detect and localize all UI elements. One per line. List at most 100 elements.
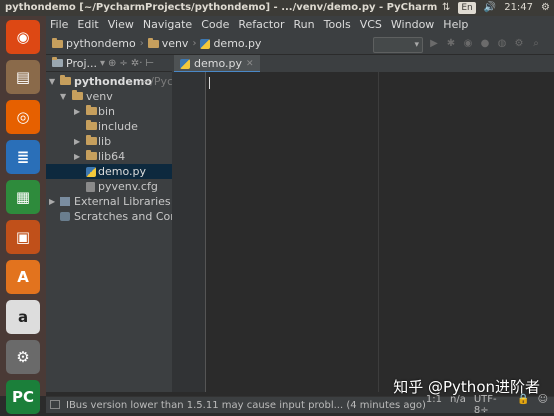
tree-item-lib[interactable]: ▶ lib [46, 134, 172, 149]
code-editor[interactable] [172, 72, 554, 392]
tree-item-include[interactable]: include [46, 119, 172, 134]
python-file-icon [86, 167, 96, 177]
top-panel: pythondemo [~/PycharmProjects/pythondemo… [0, 0, 554, 16]
collapse-icon[interactable]: ÷ [119, 58, 127, 69]
config-file-icon [86, 182, 95, 192]
sync-icon[interactable]: ⊕ [108, 58, 116, 69]
tree-item-scratches[interactable]: Scratches and Consol [46, 209, 172, 224]
tree-item-label: demo.py [98, 165, 146, 178]
ubuntu-dash-icon[interactable]: ◉ [6, 20, 40, 54]
amazon-icon[interactable]: a [6, 300, 40, 334]
network-arrows-icon[interactable]: ⇅ [442, 0, 450, 16]
panel-options-chevron-icon[interactable]: ▾ [100, 58, 105, 69]
tree-item-label: lib [98, 135, 112, 148]
tree-item-label: lib64 [98, 150, 126, 163]
menu-view[interactable]: View [108, 18, 134, 31]
files-icon[interactable]: ▤ [6, 60, 40, 94]
software-center-icon[interactable]: A [6, 260, 40, 294]
python-file-icon [200, 38, 211, 49]
chevron-right-icon[interactable]: ▶ [74, 134, 80, 149]
tree-item-pyvenv-cfg[interactable]: pyvenv.cfg [46, 179, 172, 194]
breadcrumb-project[interactable]: pythondemo [52, 37, 136, 50]
impress-icon[interactable]: ▣ [6, 220, 40, 254]
breadcrumb-separator: › [139, 38, 144, 49]
breadcrumb-venv[interactable]: venv [147, 37, 189, 50]
menu-help[interactable]: Help [443, 18, 468, 31]
vcs-icon[interactable]: ◍ [496, 38, 508, 50]
run-configuration-select[interactable] [373, 37, 423, 53]
writer-icon[interactable]: ≣ [6, 140, 40, 174]
right-margin-guide [378, 72, 379, 392]
keyboard-layout-icon[interactable]: En [458, 2, 476, 14]
tree-item-bin[interactable]: ▶ bin [46, 104, 172, 119]
status-bar: IBus version lower than 1.5.11 may cause… [46, 394, 554, 416]
breadcrumb-label: demo.py [213, 37, 262, 50]
scratch-icon [60, 212, 70, 221]
folder-icon [72, 90, 83, 100]
folder-icon [60, 75, 71, 85]
text-cursor [209, 77, 210, 89]
library-icon [60, 197, 70, 206]
stop-icon[interactable]: ● [479, 38, 491, 50]
search-icon[interactable]: ⌕ [530, 38, 542, 50]
menu-window[interactable]: Window [391, 18, 434, 31]
folder-icon [86, 150, 97, 160]
pycharm-icon[interactable]: PC [6, 380, 40, 414]
run-icon[interactable]: ▶ [428, 38, 440, 50]
tree-item-label: pyvenv.cfg [98, 180, 158, 193]
tree-item-label: include [98, 120, 138, 133]
launcher: ◉ ▤ ◎ ≣ ▦ ▣ Aa ⚙ PC [0, 16, 46, 414]
editor-tab-bar: demo.py ✕ [172, 55, 554, 73]
chevron-right-icon[interactable]: ▶ [74, 149, 80, 164]
volume-icon[interactable]: 🔊 [484, 0, 496, 16]
tree-item-venv[interactable]: ▼ venv [46, 89, 172, 104]
tree-item-label: bin [98, 105, 116, 118]
menu-refactor[interactable]: Refactor [238, 18, 284, 31]
clock[interactable]: 21:47 [504, 0, 533, 16]
settings-icon[interactable]: ⚙ [513, 38, 525, 50]
chevron-down-icon[interactable]: ▼ [49, 74, 55, 89]
menubar: File Edit View Navigate Code Refactor Ru… [46, 16, 554, 33]
chevron-right-icon[interactable]: ▶ [74, 104, 80, 119]
coverage-icon[interactable]: ◉ [462, 38, 474, 50]
menu-navigate[interactable]: Navigate [143, 18, 192, 31]
system-tray: ⇅ En 🔊 21:47 ⚙ [442, 0, 550, 16]
menu-edit[interactable]: Edit [77, 18, 98, 31]
menu-code[interactable]: Code [201, 18, 229, 31]
breadcrumb-label: pythondemo [66, 37, 136, 50]
tree-item-external-libraries[interactable]: ▶ External Libraries [46, 194, 172, 209]
tree-item-label: venv [86, 90, 113, 103]
menu-run[interactable]: Run [294, 18, 315, 31]
chevron-down-icon[interactable]: ▼ [60, 89, 66, 104]
tab-demo-py[interactable]: demo.py ✕ [174, 55, 260, 73]
tree-item-label: Scratches and Consol [74, 210, 172, 223]
folder-icon [86, 135, 97, 145]
tool-window-toggle-icon[interactable] [50, 400, 60, 409]
firefox-icon[interactable]: ◎ [6, 100, 40, 134]
menu-tools[interactable]: Tools [324, 18, 351, 31]
debug-icon[interactable]: ✱ [445, 38, 457, 50]
tab-label: demo.py [194, 57, 242, 70]
menu-vcs[interactable]: VCS [360, 18, 382, 31]
project-icon [52, 57, 63, 67]
menu-file[interactable]: File [50, 18, 68, 31]
project-panel-title[interactable]: Proj... [66, 57, 97, 70]
gear-icon[interactable]: ✲· [131, 58, 143, 69]
breadcrumb-label: venv [161, 37, 189, 50]
chevron-right-icon[interactable]: ▶ [49, 194, 55, 209]
system-settings-icon[interactable]: ⚙ [6, 340, 40, 374]
folder-icon [147, 37, 159, 48]
tree-item-demo-py[interactable]: demo.py [46, 164, 172, 179]
hide-panel-icon[interactable]: ⊢ [145, 58, 154, 69]
breadcrumb-file[interactable]: demo.py [200, 37, 261, 50]
tree-item-lib64[interactable]: ▶ lib64 [46, 149, 172, 164]
gear-icon[interactable]: ⚙ [541, 0, 550, 16]
tree-item-pythondemo[interactable]: ▼ pythondemo ~/Pych [46, 74, 172, 89]
python-file-icon [180, 58, 190, 69]
project-panel-header: Proj... ▾ ⊕ ÷ ✲· ⊢ [46, 55, 172, 72]
folder-icon [86, 105, 97, 115]
breadcrumb-separator: › [192, 38, 197, 49]
status-message[interactable]: IBus version lower than 1.5.11 may cause… [66, 400, 426, 411]
close-icon[interactable]: ✕ [246, 59, 254, 69]
calc-icon[interactable]: ▦ [6, 180, 40, 214]
